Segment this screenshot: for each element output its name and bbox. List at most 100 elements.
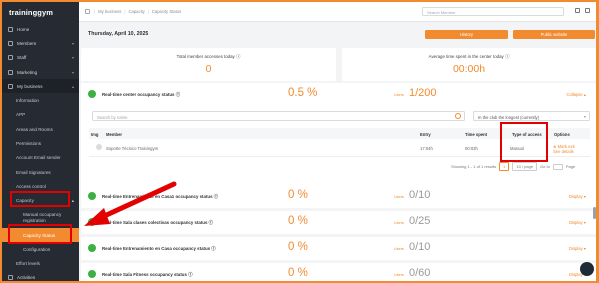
activities-icon xyxy=(8,275,13,281)
users-value: 0/25 xyxy=(409,215,431,227)
breadcrumb: | My business | Capacity | Capacity Stat… xyxy=(94,9,182,14)
display-link[interactable]: Display ▾ xyxy=(569,220,586,225)
topbar-icons xyxy=(575,8,590,13)
sidebar-item-staff[interactable]: Staff ▾ xyxy=(2,51,79,65)
status-green-dot xyxy=(88,270,96,278)
results-count: Showing 1 - 1 of 1 results xyxy=(451,164,497,169)
page-button[interactable]: 1 xyxy=(499,162,510,171)
member-search-input[interactable]: Search Member xyxy=(422,7,564,16)
room-status-card: Real-time Sala Fitness occupancy status … xyxy=(81,263,596,281)
sidebar-subitem-effort-levels[interactable]: Effort levels xyxy=(2,256,79,270)
room-status-card: Real-time Entrenamiento en Casa occupanc… xyxy=(81,237,596,260)
megaphone-icon xyxy=(8,69,13,75)
metric-value: 00:00h xyxy=(452,63,486,75)
name-search-input[interactable]: Search by name xyxy=(92,111,465,121)
staff-icon xyxy=(8,55,13,61)
sidebar-subitem-app[interactable]: APP xyxy=(2,108,79,122)
sidebar-item-my-business[interactable]: My business ▴ xyxy=(2,79,79,94)
sidebar-subitem-configuration[interactable]: Configuration xyxy=(2,242,79,256)
occupancy-percent: 0 % xyxy=(288,189,308,201)
users-label: Users xyxy=(394,273,404,277)
breadcrumb-capacity-status: Capacity Status xyxy=(151,9,182,14)
metric-title: Total member accesses today ⓘ xyxy=(176,54,241,59)
avatar xyxy=(96,144,102,150)
metric-value: 0 xyxy=(205,63,212,75)
room-title: Real-time Sala Fitness occupancy status … xyxy=(102,272,193,277)
display-link[interactable]: Display ▾ xyxy=(569,246,586,251)
chevron-up-icon: ▴ xyxy=(71,83,74,89)
annotation-highlight-capacity xyxy=(10,191,70,207)
page-size-select[interactable]: 10 / page xyxy=(512,162,538,171)
topbar: | My business | Capacity | Capacity Stat… xyxy=(79,2,596,22)
sidebar-subitem-email-signatures[interactable]: Email Signatures xyxy=(2,165,79,179)
col-time-spent: Time spent xyxy=(465,131,488,137)
time-spent: 00:03h xyxy=(465,146,478,151)
occupancy-percent: 0 % xyxy=(288,241,308,253)
annotation-arrow xyxy=(84,181,177,226)
public-website-button[interactable]: Public website xyxy=(513,30,595,39)
home-icon xyxy=(8,26,13,32)
sidebar-item-home[interactable]: Home xyxy=(2,22,79,36)
metric-total-accesses: Total member accesses today ⓘ 0 xyxy=(81,48,336,81)
history-button[interactable]: History xyxy=(425,30,508,39)
scrollbar[interactable] xyxy=(593,207,596,219)
chat-icon[interactable] xyxy=(580,262,594,276)
display-link[interactable]: Display ▾ xyxy=(569,194,586,199)
page-date: Thursday, April 10, 2025 xyxy=(88,31,149,37)
metric-average-time: Average time spent in the center today ⓘ… xyxy=(342,48,596,81)
status-green-dot xyxy=(88,90,96,98)
realtime-title: Real-time center occupancy status ⓘ xyxy=(102,92,181,97)
chevron-down-icon: ▾ xyxy=(71,40,74,46)
users-label: Users xyxy=(394,247,404,251)
member-name[interactable]: Soporte Técnico Trainingym xyxy=(106,146,158,151)
sidebar-item-label: Staff xyxy=(17,55,27,61)
sidebar-subitem-areas-rooms[interactable]: Areas and Rooms xyxy=(2,122,79,136)
sidebar-item-label: My business xyxy=(17,83,43,89)
status-green-dot xyxy=(88,244,96,252)
goto-input[interactable] xyxy=(552,163,563,170)
sidebar-item-activities[interactable]: Activities xyxy=(2,271,79,281)
members-icon xyxy=(8,40,13,46)
breadcrumb-capacity[interactable]: Capacity xyxy=(128,9,144,14)
business-icon xyxy=(8,83,13,89)
chevron-down-icon: ▾ xyxy=(583,114,586,119)
users-value: 0/10 xyxy=(409,241,431,253)
page-label: Page xyxy=(565,164,576,169)
col-options: Options xyxy=(554,131,570,137)
sidebar-subitem-email-sender[interactable]: Account Email sender xyxy=(2,151,79,165)
chevron-up-icon: ▴ xyxy=(71,197,74,203)
sort-select[interactable]: In the club the longest (currently) ▾ xyxy=(473,111,590,121)
users-label: Users xyxy=(394,195,404,199)
col-entry: Entry xyxy=(420,131,431,137)
users-label: Users xyxy=(394,93,404,97)
user-menu-icon[interactable] xyxy=(585,8,590,13)
users-label: Users xyxy=(394,221,404,225)
annotation-highlight-capacity-status xyxy=(8,224,72,244)
goto-label: Go to xyxy=(540,164,550,169)
annotation-highlight-type-of-access xyxy=(500,122,548,162)
app-frame: traininggym Home Members ▾ Staff ▾ Marketi… xyxy=(2,2,596,281)
sidebar-subitem-information[interactable]: Information xyxy=(2,93,79,107)
sidebar-item-label: Activities xyxy=(17,275,36,281)
users-value: 0/10 xyxy=(409,189,431,201)
occupancy-percent: 0 % xyxy=(288,267,308,279)
sidebar-subitem-permissions[interactable]: Permissions xyxy=(2,136,79,150)
chevron-down-icon: ▾ xyxy=(71,55,74,61)
collapse-link[interactable]: Collapse ▴ xyxy=(566,92,586,97)
notifications-icon[interactable] xyxy=(575,8,580,13)
sidebar-item-label: Marketing xyxy=(17,69,38,75)
sidebar-item-marketing[interactable]: Marketing ▾ xyxy=(2,65,79,79)
users-value: 0/60 xyxy=(409,267,431,279)
chevron-down-icon: ▾ xyxy=(71,69,74,75)
see-details-link[interactable]: See details xyxy=(553,149,574,154)
app-logo[interactable]: traininggym xyxy=(2,2,79,22)
sidebar-item-label: Home xyxy=(17,26,30,32)
sidebar-item-members[interactable]: Members ▾ xyxy=(2,36,79,50)
metric-title: Average time spent in the center today ⓘ xyxy=(428,54,510,59)
breadcrumb-my-business[interactable]: My business xyxy=(98,9,121,14)
search-icon[interactable] xyxy=(455,113,461,119)
occupancy-percent: 0.5 % xyxy=(288,87,318,99)
pagination: Showing 1 - 1 of 1 results 1 10 / page G… xyxy=(451,162,575,171)
home-icon[interactable] xyxy=(85,9,90,14)
col-member: Member xyxy=(106,131,123,137)
